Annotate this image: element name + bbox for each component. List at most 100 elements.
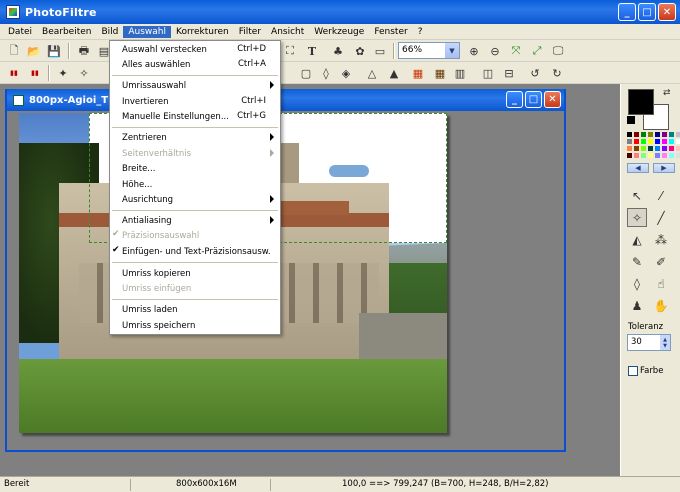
crop-icon[interactable]: ⛶ bbox=[282, 43, 298, 59]
menu-item-umriss-speichern[interactable]: Umriss speichern bbox=[110, 318, 280, 333]
drop-icon[interactable]: ◈ bbox=[338, 65, 354, 81]
color-checkbox[interactable] bbox=[628, 366, 638, 376]
canvas-area[interactable] bbox=[7, 111, 564, 450]
menu-bearbeiten[interactable]: Bearbeiten bbox=[37, 26, 96, 38]
app-title-bar[interactable]: PhotoFiltre _ □ ✕ bbox=[0, 0, 680, 24]
checkmark-icon: ✔ bbox=[112, 229, 120, 239]
print-icon[interactable]: 🖶 bbox=[76, 43, 92, 59]
color-palette[interactable] bbox=[627, 132, 680, 159]
flip-horizontal-icon[interactable]: ◫ bbox=[480, 65, 496, 81]
maximize-button[interactable]: □ bbox=[638, 3, 656, 21]
palette-next-icon[interactable]: ▶ bbox=[653, 163, 675, 173]
menu-item-hoehe[interactable]: Höhe... bbox=[110, 177, 280, 192]
color-checkbox-row[interactable]: Farbe bbox=[628, 366, 663, 376]
menu-fenster[interactable]: Fenster bbox=[369, 26, 412, 38]
blur-icon[interactable]: ◊ bbox=[627, 274, 647, 293]
contrast-icon[interactable]: ✧ bbox=[76, 65, 92, 81]
zoom-out-icon[interactable]: ⊖ bbox=[487, 43, 503, 59]
zoom-value: 66% bbox=[402, 45, 423, 55]
clone-stamp-icon[interactable]: ♟ bbox=[627, 296, 647, 315]
tolerance-spinner[interactable]: ▲ ▼ bbox=[660, 335, 670, 350]
menu-item-umriss-einfuegen: Umriss einfügen bbox=[122, 283, 192, 294]
reset-colors-icon[interactable] bbox=[627, 116, 635, 124]
menu-item-einfuegen-text-praezision[interactable]: ✔ Einfügen- und Text-Präzisionsausw. bbox=[110, 244, 280, 259]
auto-levels-icon[interactable]: ▮▮ bbox=[6, 65, 22, 81]
save-icon[interactable]: 💾 bbox=[46, 43, 62, 59]
menu-item-umriss-laden[interactable]: Umriss laden bbox=[110, 302, 280, 317]
swap-colors-icon[interactable]: ⇄ bbox=[663, 88, 671, 98]
eyedropper-icon[interactable]: ⁄ bbox=[651, 186, 671, 205]
tolerance-input[interactable]: 30 ▲ ▼ bbox=[627, 334, 671, 351]
rotate-left-icon[interactable]: ↺ bbox=[527, 65, 543, 81]
menu-item-alles-auswaehlen[interactable]: Alles auswählen Ctrl+A bbox=[110, 57, 280, 72]
window-icon[interactable]: ▭ bbox=[372, 43, 388, 59]
close-button[interactable]: ✕ bbox=[658, 3, 676, 21]
auswahl-menu: Auswahl verstecken Ctrl+D Alles auswählen… bbox=[109, 40, 281, 335]
doc-minimize-button[interactable]: _ bbox=[506, 91, 523, 108]
triangle-icon[interactable]: △ bbox=[364, 65, 380, 81]
line-icon[interactable]: ╱ bbox=[651, 208, 671, 227]
document-title-bar[interactable]: 800px-Agioi_Th _ □ ✕ bbox=[7, 89, 564, 111]
menu-werkzeuge[interactable]: Werkzeuge bbox=[309, 26, 369, 38]
text-tool-icon[interactable]: T bbox=[304, 43, 320, 59]
triangle-filled-icon[interactable]: ▲ bbox=[386, 65, 402, 81]
menu-item-auswahl-verstecken[interactable]: Auswahl verstecken Ctrl+D bbox=[110, 42, 280, 57]
brightness-icon[interactable]: ✦ bbox=[55, 65, 71, 81]
foreground-color-swatch[interactable] bbox=[628, 89, 654, 115]
color-balance-icon[interactable]: ▦ bbox=[432, 65, 448, 81]
menu-item-umrissauswahl[interactable]: Umrissauswahl bbox=[110, 78, 280, 93]
zoom-select[interactable]: 66% ▼ bbox=[398, 42, 460, 59]
menu-item-seitenverhaeltnis: Seitenverhältnis bbox=[110, 146, 280, 161]
brush-icon[interactable]: ✎ bbox=[627, 252, 647, 271]
doc-close-button[interactable]: ✕ bbox=[544, 91, 561, 108]
toolbar-separator bbox=[68, 43, 70, 59]
menu-item-breite[interactable]: Breite... bbox=[110, 161, 280, 176]
menu-filter[interactable]: Filter bbox=[234, 26, 266, 38]
shortcut-label: Ctrl+I bbox=[241, 96, 266, 106]
menu-item-umriss-kopieren[interactable]: Umriss kopieren bbox=[110, 266, 280, 281]
rgb-icon[interactable]: ▦ bbox=[410, 65, 426, 81]
menu-item-ausrichtung[interactable]: Ausrichtung bbox=[110, 192, 280, 207]
spray-icon[interactable]: ⁂ bbox=[651, 230, 671, 249]
auto-contrast-icon[interactable]: ▮▮ bbox=[27, 65, 43, 81]
menu-datei[interactable]: Datei bbox=[3, 26, 37, 38]
advanced-brush-icon[interactable]: ✐ bbox=[651, 252, 671, 271]
fit-window-icon[interactable]: ⤧ bbox=[508, 43, 524, 59]
new-file-icon[interactable]: 🗋 bbox=[6, 43, 22, 59]
actual-size-icon[interactable]: ⤢ bbox=[529, 43, 545, 59]
zoom-in-icon[interactable]: ⊕ bbox=[466, 43, 482, 59]
menu-item-manuelle-einstellungen[interactable]: Manuelle Einstellungen... Ctrl+G bbox=[110, 109, 280, 124]
rotate-right-icon[interactable]: ↻ bbox=[549, 65, 565, 81]
grayscale-icon[interactable]: ▥ bbox=[452, 65, 468, 81]
menu-bild[interactable]: Bild bbox=[96, 26, 123, 38]
hand-icon[interactable]: ✋ bbox=[651, 296, 671, 315]
doc-maximize-button[interactable]: □ bbox=[525, 91, 542, 108]
menu-help[interactable]: ? bbox=[413, 26, 428, 38]
blur-drop-icon[interactable]: ◊ bbox=[318, 65, 334, 81]
minimize-button[interactable]: _ bbox=[618, 3, 636, 21]
selection-coords: 100,0 ==> 799,247 (B=700, H=248, B/H=2,8… bbox=[342, 479, 549, 489]
menu-item-antialiasing[interactable]: Antialiasing bbox=[110, 213, 280, 228]
palette-prev-icon[interactable]: ◀ bbox=[627, 163, 649, 173]
sharpen-icon[interactable]: ▢ bbox=[298, 65, 314, 81]
smudge-icon[interactable]: ☝ bbox=[651, 274, 671, 293]
fill-bucket-icon[interactable]: ◭ bbox=[627, 230, 647, 249]
window-controls: _ □ ✕ bbox=[618, 3, 676, 21]
menu-korrekturen[interactable]: Korrekturen bbox=[171, 26, 234, 38]
menu-item-zentrieren[interactable]: Zentrieren bbox=[110, 130, 280, 145]
fullscreen-icon[interactable]: 🖵 bbox=[550, 43, 566, 59]
toolbar-separator bbox=[48, 65, 50, 81]
magic-wand-icon[interactable]: ✧ bbox=[627, 208, 647, 227]
menu-item-invertieren[interactable]: Invertieren Ctrl+I bbox=[110, 94, 280, 109]
flower-icon[interactable]: ✿ bbox=[352, 43, 368, 59]
ruins bbox=[359, 313, 447, 363]
submenu-arrow-icon bbox=[270, 81, 274, 89]
flip-vertical-icon[interactable]: ⊟ bbox=[501, 65, 517, 81]
document-window-controls: _ □ ✕ bbox=[506, 91, 561, 108]
menu-ansicht[interactable]: Ansicht bbox=[266, 26, 309, 38]
open-folder-icon[interactable]: 📂 bbox=[26, 43, 42, 59]
stamp-icon[interactable]: ♣ bbox=[330, 43, 346, 59]
chevron-down-icon[interactable]: ▼ bbox=[445, 43, 459, 58]
menu-auswahl[interactable]: Auswahl bbox=[123, 25, 171, 38]
pointer-icon[interactable]: ↖ bbox=[627, 186, 647, 205]
